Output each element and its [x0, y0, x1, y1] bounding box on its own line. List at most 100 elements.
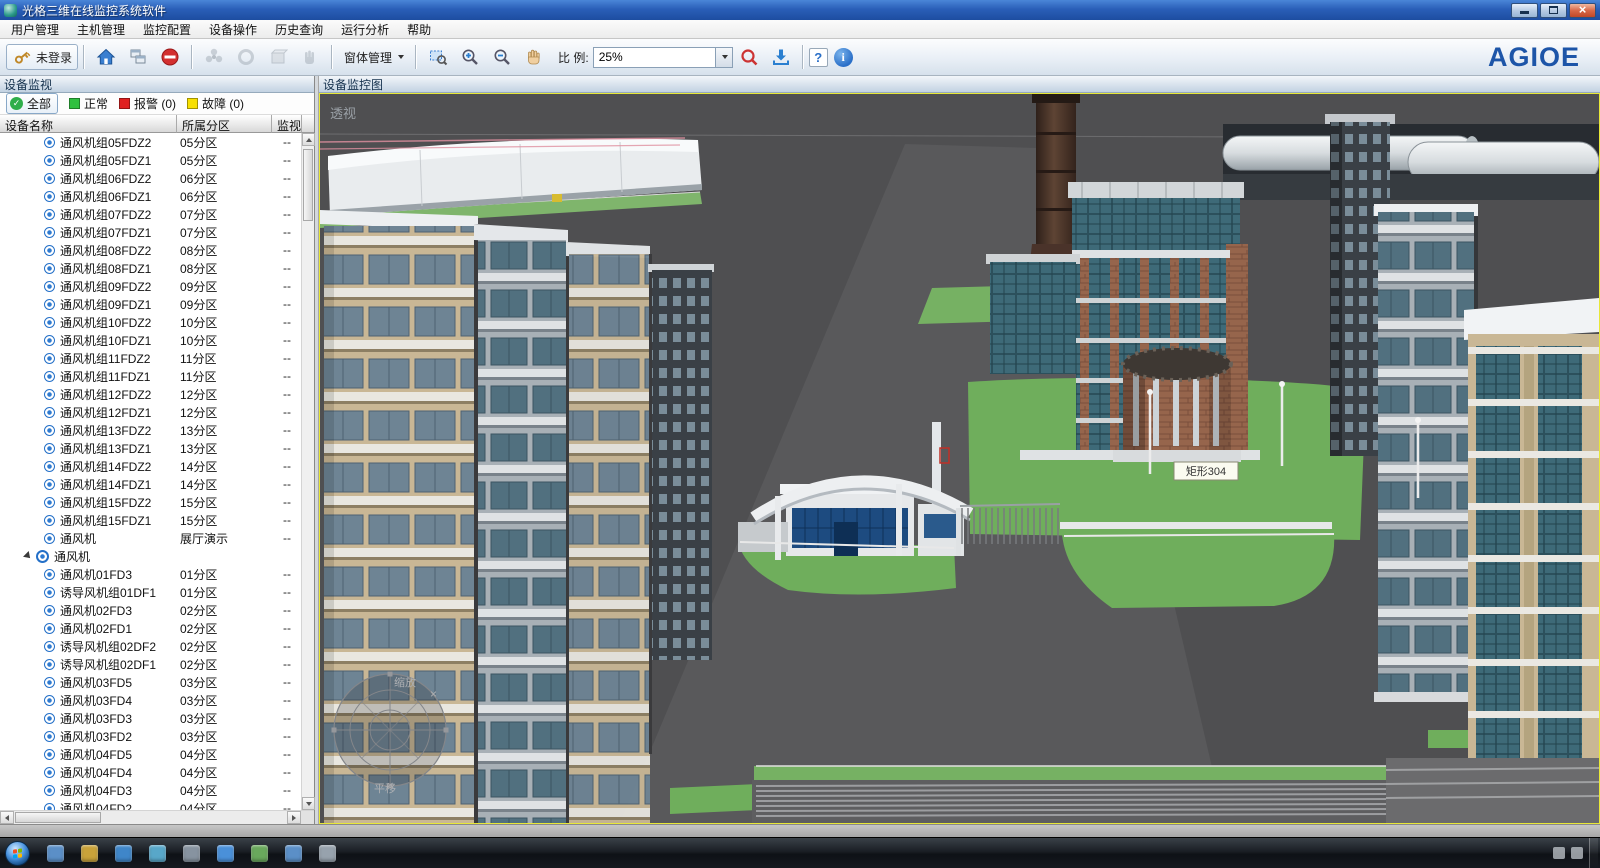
device-filter-4[interactable]: 故障 (0) — [187, 95, 244, 112]
tray-icon[interactable] — [1571, 847, 1583, 859]
device-name: 通风机02FD3 — [60, 602, 132, 619]
device-row[interactable]: 通风机04FD404分区-- — [0, 763, 301, 781]
device-row[interactable]: 通风机组10FDZ110分区-- — [0, 331, 301, 349]
scroll-up-button[interactable] — [302, 133, 315, 146]
device-row[interactable]: 通风机组10FDZ210分区-- — [0, 313, 301, 331]
menu-item[interactable]: 用户管理 — [2, 19, 68, 40]
red-zoom-button[interactable] — [733, 44, 765, 70]
device-filter-3[interactable]: 报警 (0) — [119, 95, 176, 112]
export-button[interactable] — [765, 44, 797, 70]
taskbar-app-1[interactable] — [38, 840, 72, 867]
device-row[interactable]: 通风机组06FDZ106分区-- — [0, 187, 301, 205]
device-row[interactable]: 通风机组15FDZ215分区-- — [0, 493, 301, 511]
scale-combobox[interactable]: 25% — [593, 47, 733, 68]
window-manage-button[interactable]: 窗体管理 — [338, 46, 410, 69]
taskbar-app-4[interactable] — [140, 840, 174, 867]
taskbar-app-8[interactable] — [276, 840, 310, 867]
ring-tool-button[interactable] — [230, 44, 262, 70]
device-row[interactable]: 通风机组05FDZ205分区-- — [0, 133, 301, 151]
vertical-scroll-thumb[interactable] — [303, 149, 313, 221]
device-row[interactable]: 通风机展厅演示-- — [0, 529, 301, 547]
taskbar-app-7[interactable] — [242, 840, 276, 867]
menu-item[interactable]: 设备操作 — [200, 19, 266, 40]
pan-button[interactable] — [518, 44, 550, 70]
zoom-in-button[interactable] — [454, 44, 486, 70]
scroll-left-button[interactable] — [0, 811, 14, 824]
device-group-row[interactable]: 通风机 — [0, 547, 301, 565]
column-header[interactable]: 设备名称 — [0, 115, 177, 133]
menu-item[interactable]: 历史查询 — [266, 19, 332, 40]
region-zoom-button[interactable] — [422, 44, 454, 70]
device-row[interactable]: 通风机组14FDZ214分区-- — [0, 457, 301, 475]
compass-close-icon[interactable]: × — [430, 687, 437, 701]
device-row[interactable]: 通风机组13FDZ213分区-- — [0, 421, 301, 439]
help-button[interactable] — [809, 48, 828, 67]
close-button[interactable] — [1569, 3, 1596, 18]
device-row[interactable]: 通风机组11FDZ211分区-- — [0, 349, 301, 367]
scale-dropdown-button[interactable] — [715, 48, 732, 67]
start-button[interactable] — [5, 841, 30, 866]
device-row[interactable]: 通风机03FD403分区-- — [0, 691, 301, 709]
info-button[interactable] — [834, 48, 853, 67]
device-row[interactable]: 通风机组09FDZ209分区-- — [0, 277, 301, 295]
device-row[interactable]: 通风机组12FDZ112分区-- — [0, 403, 301, 421]
device-row[interactable]: 通风机03FD503分区-- — [0, 673, 301, 691]
horizontal-scrollbar[interactable] — [0, 810, 314, 824]
column-header[interactable]: 所属分区 — [177, 115, 272, 133]
device-row[interactable]: 通风机04FD304分区-- — [0, 781, 301, 799]
taskbar-app-3[interactable] — [106, 840, 140, 867]
scene-3d-view[interactable]: 矩形304 缩放 — [320, 94, 1599, 823]
device-row[interactable]: 通风机组14FDZ114分区-- — [0, 475, 301, 493]
device-row[interactable]: 通风机03FD303分区-- — [0, 709, 301, 727]
menu-item[interactable]: 帮助 — [398, 19, 440, 40]
taskbar-app-2[interactable] — [72, 840, 106, 867]
device-row[interactable]: 通风机04FD204分区-- — [0, 799, 301, 810]
device-filter-2[interactable]: 正常 — [69, 95, 108, 112]
login-button[interactable]: 未登录 — [6, 44, 78, 70]
device-row[interactable]: 通风机组12FDZ212分区-- — [0, 385, 301, 403]
vertical-scrollbar[interactable] — [301, 133, 314, 810]
device-row[interactable]: 通风机组05FDZ105分区-- — [0, 151, 301, 169]
device-row[interactable]: 通风机04FD504分区-- — [0, 745, 301, 763]
device-row[interactable]: 通风机01FD301分区-- — [0, 565, 301, 583]
minimize-button[interactable] — [1511, 3, 1538, 18]
device-row[interactable]: 通风机组08FDZ108分区-- — [0, 259, 301, 277]
menu-item[interactable]: 监控配置 — [134, 19, 200, 40]
taskbar-app-9[interactable] — [310, 840, 344, 867]
taskbar-app-5[interactable] — [174, 840, 208, 867]
device-row[interactable]: 通风机组07FDZ207分区-- — [0, 205, 301, 223]
box-tool-button[interactable] — [262, 44, 294, 70]
device-row[interactable]: 通风机02FD302分区-- — [0, 601, 301, 619]
home-button[interactable] — [90, 44, 122, 70]
scroll-down-button[interactable] — [302, 797, 315, 810]
maximize-button[interactable] — [1540, 3, 1567, 18]
taskbar-app-6[interactable] — [208, 840, 242, 867]
fan-tool-button[interactable] — [198, 44, 230, 70]
menu-item[interactable]: 主机管理 — [68, 19, 134, 40]
device-row[interactable]: 通风机组07FDZ107分区-- — [0, 223, 301, 241]
menu-item[interactable]: 运行分析 — [332, 19, 398, 40]
device-row[interactable]: 通风机组08FDZ208分区-- — [0, 241, 301, 259]
cascade-windows-button[interactable] — [122, 44, 154, 70]
zoom-out-button[interactable] — [486, 44, 518, 70]
scroll-right-button[interactable] — [287, 811, 301, 824]
tree-expander-icon[interactable] — [23, 551, 33, 561]
map-viewport[interactable]: 矩形304 缩放 — [319, 93, 1600, 824]
column-header[interactable]: 监视 — [272, 115, 302, 133]
device-row[interactable]: 通风机组06FDZ206分区-- — [0, 169, 301, 187]
grab-tool-button[interactable] — [294, 44, 326, 70]
device-row[interactable]: 通风机02FD102分区-- — [0, 619, 301, 637]
device-row[interactable]: 诱导风机组02DF202分区-- — [0, 637, 301, 655]
horizontal-scroll-thumb[interactable] — [15, 812, 101, 823]
stop-button[interactable] — [154, 44, 186, 70]
device-row[interactable]: 通风机03FD203分区-- — [0, 727, 301, 745]
device-row[interactable]: 通风机组09FDZ109分区-- — [0, 295, 301, 313]
device-filter-1[interactable]: 全部 — [6, 93, 58, 114]
device-row[interactable]: 通风机组13FDZ113分区-- — [0, 439, 301, 457]
show-desktop-button[interactable] — [1589, 838, 1598, 868]
device-row[interactable]: 通风机组15FDZ115分区-- — [0, 511, 301, 529]
device-row[interactable]: 通风机组11FDZ111分区-- — [0, 367, 301, 385]
device-row[interactable]: 诱导风机组01DF101分区-- — [0, 583, 301, 601]
device-row[interactable]: 诱导风机组02DF102分区-- — [0, 655, 301, 673]
tray-icon[interactable] — [1553, 847, 1565, 859]
